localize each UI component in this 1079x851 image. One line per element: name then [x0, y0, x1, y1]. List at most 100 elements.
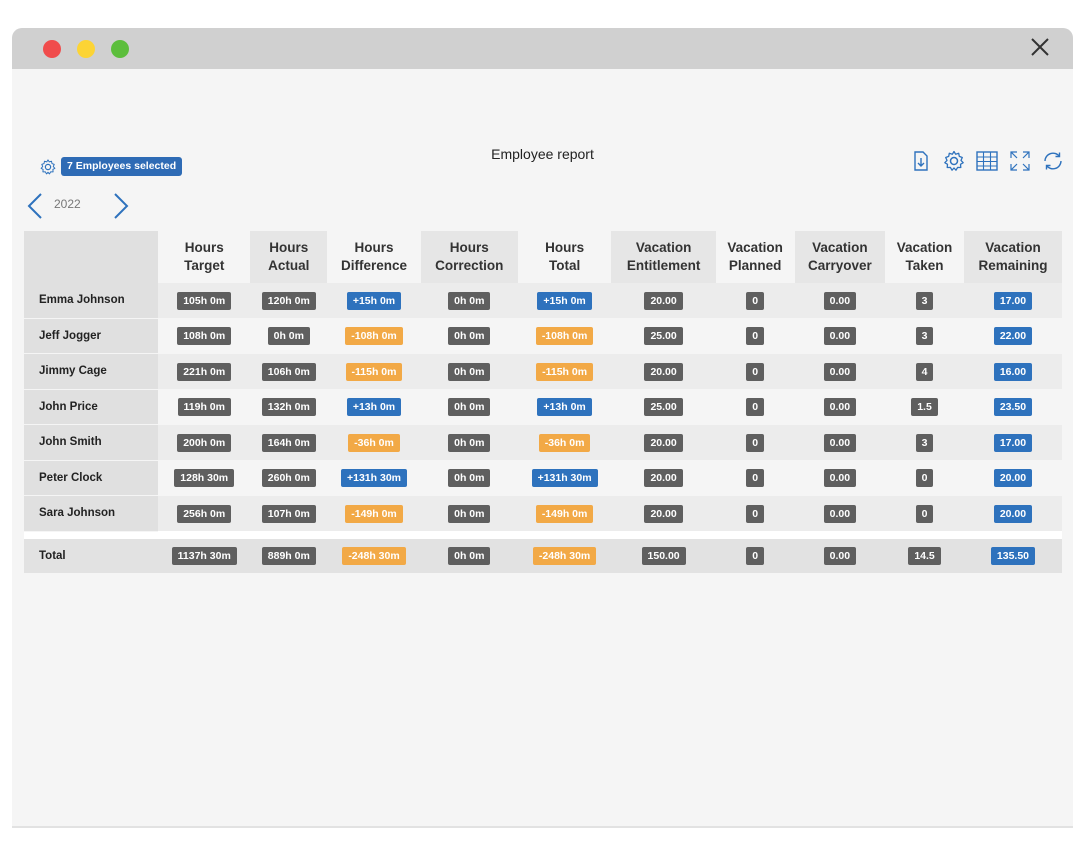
export-icon[interactable]: [909, 149, 933, 173]
table-cell: 107h 0m: [250, 495, 328, 531]
table-cell: 128h 30m: [158, 460, 251, 496]
employee-report-table: Hours Target Hours Actual Hours Difference Hou…: [24, 231, 1062, 573]
column-header[interactable]: Vacation Carryover: [794, 231, 886, 283]
value-badge: 1137h 30m: [171, 547, 237, 565]
column-header[interactable]: Hours Total: [518, 231, 612, 283]
value-badge: 150.00: [641, 547, 686, 565]
column-header[interactable]: Vacation Taken: [885, 231, 964, 283]
employee-name: John Price: [24, 389, 158, 425]
value-badge: -108h 0m: [345, 327, 403, 346]
value-badge: 3: [915, 327, 934, 346]
value-badge: 105h 0m: [177, 292, 232, 310]
employee-selection-badge[interactable]: 7 Employees selected: [61, 157, 183, 176]
gear-icon[interactable]: [39, 158, 57, 176]
value-badge: 164h 0m: [261, 433, 316, 452]
value-badge: 0h 0m: [448, 547, 491, 565]
employee-name: Peter Clock: [24, 460, 158, 496]
table-cell: 221h 0m: [158, 353, 251, 389]
column-header[interactable]: Hours Difference: [327, 231, 421, 283]
value-badge: 17.00: [993, 292, 1033, 310]
value-badge: 0: [915, 469, 934, 488]
year-label: 2022: [54, 197, 81, 211]
table-cell: 3: [885, 424, 964, 460]
value-badge: 0h 0m: [267, 327, 310, 346]
value-badge: 0: [915, 504, 934, 523]
column-header[interactable]: Hours Target: [158, 231, 250, 283]
value-badge: -115h 0m: [536, 362, 594, 381]
table-cell: 120h 0m: [250, 283, 328, 318]
value-badge: 0: [746, 433, 765, 452]
fullscreen-icon[interactable]: [1008, 149, 1032, 173]
value-badge: -108h 0m: [535, 327, 594, 346]
column-header-line2: Difference: [340, 258, 408, 273]
column-header[interactable]: Hours Actual: [250, 231, 328, 283]
column-header-line2: Remaining: [978, 258, 1048, 273]
chevron-right-icon[interactable]: [112, 192, 130, 220]
table-cell: 20.00: [611, 495, 716, 531]
value-badge: 0: [746, 469, 765, 488]
value-badge: -36h 0m: [348, 433, 400, 452]
table-cell: -36h 0m: [327, 424, 421, 460]
table-cell: -248h 30m: [517, 538, 612, 573]
table-cell: 256h 0m: [158, 495, 251, 531]
table-cell: 0.00: [794, 495, 886, 531]
value-badge: 0h 0m: [448, 327, 491, 346]
table-row: Emma Johnson 105h 0m 120h 0m +15h 0m 0h 0m +1…: [24, 283, 1062, 319]
table-row: John Smith 200h 0m 164h 0m -36h 0m 0h 0m -36h…: [24, 424, 1062, 461]
value-badge: +13h 0m: [346, 398, 402, 417]
table-view-icon[interactable]: [975, 149, 999, 173]
table-cell: 14.5: [885, 538, 964, 573]
table-cell: 0: [715, 495, 795, 531]
value-badge: 200h 0m: [177, 433, 232, 452]
value-badge: 0: [746, 547, 765, 565]
column-header-line1: Vacation: [727, 240, 783, 255]
value-badge: 22.00: [993, 327, 1033, 346]
value-badge: 256h 0m: [177, 504, 232, 523]
table-cell: 0h 0m: [420, 353, 518, 389]
value-badge: 132h 0m: [261, 398, 316, 417]
table-cell: 20.00: [611, 460, 716, 496]
column-header[interactable]: Vacation Entitlement: [611, 231, 716, 283]
value-badge: 108h 0m: [177, 327, 232, 346]
table-cell: 20.00: [963, 495, 1062, 531]
maximize-window-dot[interactable]: [111, 40, 129, 58]
table-cell: 0.00: [794, 424, 886, 460]
table-cell: 1137h 30m: [158, 538, 251, 573]
column-header-line1: Hours: [449, 240, 489, 255]
chevron-left-icon[interactable]: [26, 192, 44, 220]
table-cell: -248h 30m: [327, 538, 421, 573]
table-cell: -36h 0m: [517, 424, 612, 460]
value-badge: 0.00: [823, 433, 857, 452]
minimize-window-dot[interactable]: [77, 40, 95, 58]
table-cell: 1.5: [885, 389, 964, 425]
column-header-line1: Vacation: [896, 240, 953, 255]
value-badge: 128h 30m: [174, 469, 235, 488]
table-row: Sara Johnson 256h 0m 107h 0m -149h 0m 0h 0m -…: [24, 495, 1062, 532]
column-header[interactable]: Hours Correction: [420, 231, 518, 283]
table-row: Jeff Jogger 108h 0m 0h 0m -108h 0m 0h 0m -108…: [24, 318, 1062, 354]
value-badge: +131h 30m: [531, 469, 598, 488]
value-badge: 0: [746, 398, 765, 417]
table-cell: +15h 0m: [517, 283, 612, 318]
table-cell: 164h 0m: [250, 424, 328, 460]
settings-icon[interactable]: [942, 149, 966, 173]
table-cell: +13h 0m: [517, 389, 612, 425]
table-cell: 135.50: [963, 538, 1062, 573]
table-cell: 0h 0m: [420, 283, 518, 318]
table-cell: -149h 0m: [517, 495, 612, 531]
refresh-icon[interactable]: [1041, 149, 1065, 173]
value-badge: +15h 0m: [537, 292, 592, 310]
column-header-line1: Hours: [184, 240, 224, 255]
column-header[interactable]: Vacation Planned: [716, 231, 795, 283]
table-cell: +15h 0m: [327, 283, 421, 318]
column-header-line1: Hours: [269, 240, 309, 255]
table-cell: 0: [715, 318, 795, 354]
close-window-dot[interactable]: [43, 40, 61, 58]
value-badge: 20.00: [644, 433, 683, 452]
value-badge: 0h 0m: [448, 362, 491, 381]
value-badge: 1.5: [911, 398, 938, 417]
value-badge: 25.00: [644, 398, 683, 417]
column-header[interactable]: Vacation Remaining: [963, 231, 1062, 283]
close-icon[interactable]: [1029, 36, 1051, 58]
table-row: Jimmy Cage 221h 0m 106h 0m -115h 0m 0h 0m -11…: [24, 353, 1062, 390]
